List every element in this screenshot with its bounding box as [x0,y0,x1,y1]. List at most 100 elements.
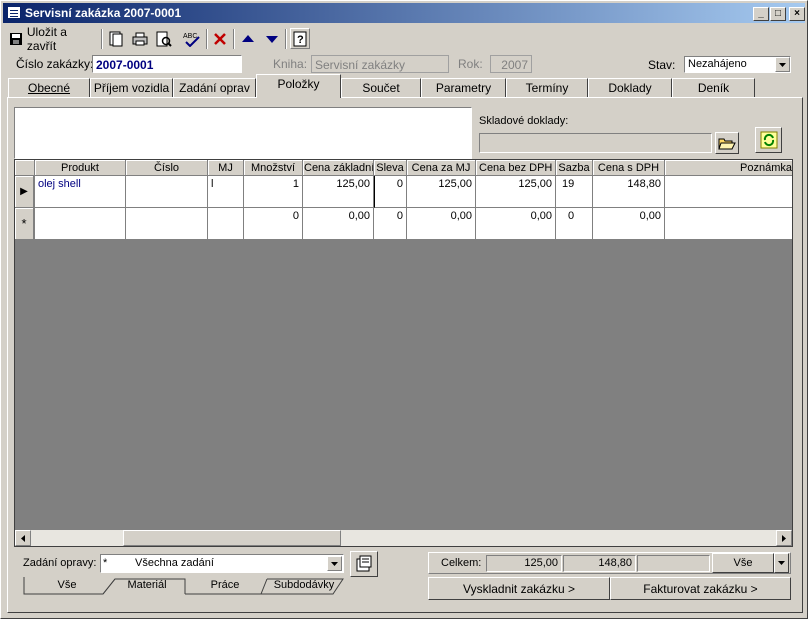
bottom-tab-material[interactable]: Materiál [111,579,183,591]
close-button[interactable]: × [789,7,805,21]
cell-price-with-vat[interactable]: 0,00 [593,208,665,240]
horizontal-scrollbar[interactable] [15,530,792,546]
cell-base-price[interactable]: 0,00 [303,208,374,240]
bottom-tab-all[interactable]: Vše [31,579,103,591]
column-header[interactable]: MJ [208,160,244,176]
tab-repair-orders[interactable]: Zadání oprav [173,78,256,97]
column-header[interactable]: Číslo [126,160,208,176]
tab-terms[interactable]: Termíny [506,78,588,97]
cell-unit-price[interactable]: 0,00 [407,208,476,240]
cell-unit[interactable] [208,208,244,240]
column-header[interactable]: Cena základní [303,160,374,176]
spellcheck-icon: ABC [183,33,200,47]
move-up-button[interactable] [237,28,259,50]
invoice-order-button[interactable]: Fakturovat zakázku > [610,577,791,600]
cell-discount[interactable]: 0 [374,208,407,240]
cell-price-with-vat[interactable]: 148,80 [593,176,665,208]
filter-button[interactable]: Vše [712,553,774,573]
maximize-button[interactable]: □ [770,7,786,21]
column-header[interactable]: Množství [244,160,303,176]
cell-number[interactable] [126,176,208,208]
tab-general[interactable]: Obecné [8,78,90,97]
column-header[interactable]: Cena s DPH [593,160,665,176]
row-selector-current[interactable]: ▶ [15,176,34,208]
repair-filter-select[interactable]: * Všechna zadání [100,554,344,573]
cell-note[interactable] [665,176,792,208]
tab-label: Položky [277,77,320,91]
cell-vat-rate[interactable]: 0 [556,208,593,240]
tab-documents[interactable]: Doklady [588,78,672,97]
move-down-button[interactable] [261,28,283,50]
cell-note[interactable] [665,208,792,240]
title-bar[interactable]: Servisní zakázka 2007-0001 _ □ × [3,3,805,23]
row-selector-new[interactable]: * [15,208,34,240]
column-header[interactable]: Produkt [35,160,126,176]
repair-filter-dropdown-button[interactable] [327,556,342,571]
print-preview-button[interactable] [153,28,175,50]
delete-icon [214,33,226,45]
print-button[interactable] [129,28,151,50]
window-icon [7,6,21,19]
year-field: 2007 [490,55,532,73]
filter-dropdown-button[interactable] [774,553,789,573]
table-row-new[interactable]: * 0 0,00 0 0,00 0,00 0 0,00 [15,208,792,240]
column-header[interactable]: Poznámka [665,160,792,176]
column-header[interactable]: Sazba [556,160,593,176]
cell-base-price[interactable]: 125,00 [303,176,374,208]
tab-sum[interactable]: Součet [341,78,421,97]
print-preview-icon [156,31,172,47]
tab-items[interactable]: Položky [256,74,341,98]
tab-label: Parametry [435,81,492,95]
bottom-tab-labor[interactable]: Práce [189,579,261,591]
cell-product[interactable]: olej shell [35,176,126,208]
main-window: Servisní zakázka 2007-0001 _ □ × Uložit … [0,0,808,619]
cell-number[interactable] [126,208,208,240]
minimize-button[interactable]: _ [753,7,769,21]
cell-price-without-vat[interactable]: 0,00 [476,208,556,240]
cell-vat-rate[interactable]: 19 [556,176,593,208]
cell-product[interactable] [35,208,126,240]
cell-quantity[interactable]: 1 [244,176,303,208]
tab-log[interactable]: Deník [672,78,755,97]
delete-button[interactable] [209,28,231,50]
stock-docs-field[interactable] [479,133,712,153]
save-close-button[interactable]: Uložit a zavřít [9,25,99,53]
tab-vehicle-intake[interactable]: Příjem vozidla [90,78,173,97]
notes-area[interactable] [14,107,472,159]
cell-price-without-vat[interactable]: 125,00 [476,176,556,208]
grid-header: Produkt Číslo MJ Množství Cena základní … [15,160,792,176]
stock-out-order-button[interactable]: Vyskladnit zakázku > [428,577,610,600]
table-row[interactable]: ▶ olej shell l 1 125,00 0 125,00 125,00 … [15,176,792,208]
scroll-left-button[interactable] [15,530,31,546]
help-button[interactable]: ? [290,28,310,49]
tab-label: Obecné [27,81,71,95]
state-dropdown-button[interactable] [775,57,790,72]
tab-parameters[interactable]: Parametry [421,78,506,97]
print-icon [132,32,148,46]
cell-unit-price[interactable]: 125,00 [407,176,476,208]
cell-unit[interactable]: l [208,176,244,208]
scroll-thumb[interactable] [123,530,341,546]
copy-icon [109,31,123,47]
cell-quantity[interactable]: 0 [244,208,303,240]
order-number-field[interactable]: 2007-0001 [92,55,242,73]
bottom-tab-label: Materiál [127,579,167,591]
column-header[interactable]: Sleva [374,160,407,176]
refresh-button[interactable] [755,127,782,153]
column-header[interactable]: Cena bez DPH [476,160,556,176]
copy-button[interactable] [105,28,127,50]
chevron-right-icon [782,535,786,542]
total-without-vat: 125,00 [486,555,562,572]
state-select[interactable]: Nezahájeno [684,56,791,73]
open-folder-button[interactable] [715,132,739,154]
bottom-tab-subcontracts[interactable]: Subdodávky [264,579,344,591]
tab-label: Deník [697,81,730,95]
spellcheck-button[interactable]: ABC [181,28,203,50]
cell-discount[interactable]: 0 [374,176,407,208]
items-grid[interactable]: Produkt Číslo MJ Množství Cena základní … [14,159,793,547]
save-close-label: Uložit a zavřít [26,25,67,53]
scroll-right-button[interactable] [776,530,792,546]
tab-label: Součet [362,81,400,95]
repair-filter-button[interactable] [350,551,378,577]
column-header[interactable]: Cena za MJ [407,160,476,176]
